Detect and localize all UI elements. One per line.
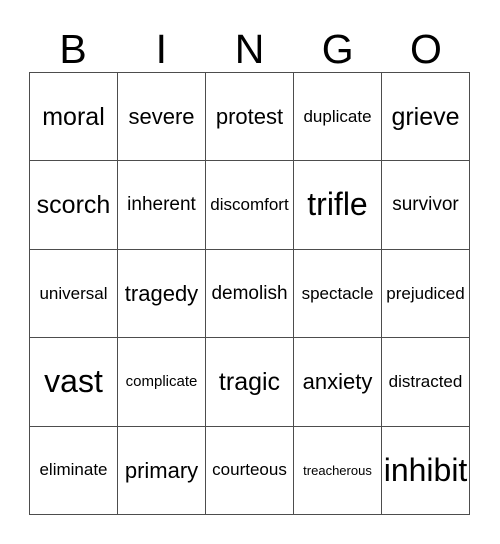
bingo-cell[interactable]: distracted — [382, 338, 470, 427]
bingo-header-letter-n: N — [234, 26, 265, 72]
bingo-cell[interactable]: tragedy — [118, 249, 206, 339]
bingo-cell-label: inhibit — [383, 451, 468, 488]
bingo-cell-label: courteous — [212, 460, 287, 480]
bingo-cell-label: primary — [124, 457, 199, 483]
bingo-cell-label: spectacle — [301, 283, 374, 303]
bingo-cell-label: tragedy — [124, 280, 199, 306]
bingo-cell-label: anxiety — [302, 369, 373, 395]
bingo-cell-label: inherent — [127, 194, 196, 216]
bingo-header-letter-g: G — [321, 26, 354, 72]
bingo-header-letter-b: B — [59, 26, 87, 72]
bingo-cell-label: severe — [128, 104, 195, 130]
bingo-row: scorch inherent discomfort trifle surviv… — [30, 161, 470, 250]
bingo-row: eliminate primary courteous treacherous … — [30, 426, 470, 516]
bingo-cell[interactable]: discomfort — [206, 161, 294, 250]
bingo-cell[interactable]: primary — [118, 426, 206, 516]
bingo-cell-label: grieve — [391, 102, 460, 131]
bingo-cell-label: protest — [215, 104, 284, 130]
bingo-card: B I N G O moral severe protest duplicate… — [0, 0, 500, 544]
bingo-cell-label: survivor — [392, 194, 459, 216]
bingo-cell[interactable]: moral — [30, 73, 118, 162]
bingo-cell-label: distracted — [388, 372, 463, 391]
bingo-cell[interactable]: treacherous — [294, 426, 382, 516]
bingo-cell-label: moral — [42, 102, 105, 131]
bingo-cell[interactable]: inhibit — [382, 426, 470, 516]
bingo-cell[interactable]: anxiety — [294, 338, 382, 427]
bingo-cell[interactable]: grieve — [382, 73, 470, 162]
bingo-cell[interactable]: survivor — [382, 161, 470, 250]
bingo-header-letter-i: I — [155, 26, 167, 72]
bingo-header-letter-o: O — [409, 26, 442, 72]
bingo-cell[interactable]: universal — [30, 249, 118, 339]
bingo-cell[interactable]: spectacle — [294, 249, 382, 339]
bingo-cell[interactable]: prejudiced — [382, 249, 470, 339]
bingo-cell[interactable]: scorch — [30, 161, 118, 250]
bingo-header-row: B I N G O — [29, 14, 470, 72]
bingo-row: universal tragedy demolish spectacle pre… — [30, 249, 470, 339]
bingo-cell[interactable]: trifle — [294, 161, 382, 250]
bingo-cell-label: duplicate — [303, 106, 372, 126]
bingo-cell[interactable]: demolish — [206, 249, 294, 339]
bingo-cell-label: tragic — [218, 367, 281, 396]
bingo-grid: moral severe protest duplicate grieve sc… — [29, 72, 470, 516]
bingo-cell-label: complicate — [125, 373, 198, 391]
bingo-cell[interactable]: protest — [206, 73, 294, 162]
bingo-row: moral severe protest duplicate grieve — [30, 73, 470, 162]
bingo-cell-label: prejudiced — [386, 283, 465, 303]
bingo-cell[interactable]: severe — [118, 73, 206, 162]
bingo-cell-label: discomfort — [210, 195, 289, 215]
bingo-cell[interactable]: complicate — [118, 338, 206, 427]
bingo-cell[interactable]: eliminate — [30, 426, 118, 516]
bingo-cell-label: universal — [39, 283, 108, 303]
bingo-cell-label: treacherous — [303, 462, 372, 478]
bingo-cell[interactable]: courteous — [206, 426, 294, 516]
bingo-cell[interactable]: vast — [30, 338, 118, 427]
bingo-cell[interactable]: tragic — [206, 338, 294, 427]
bingo-row: vast complicate tragic anxiety distracte… — [30, 338, 470, 427]
bingo-cell[interactable]: inherent — [118, 161, 206, 250]
bingo-cell-label: scorch — [36, 190, 111, 219]
bingo-cell-label: vast — [44, 363, 103, 400]
bingo-cell-label: demolish — [211, 282, 288, 304]
bingo-cell-label: trifle — [307, 186, 368, 223]
bingo-cell[interactable]: duplicate — [294, 73, 382, 162]
bingo-cell-label: eliminate — [39, 460, 108, 480]
